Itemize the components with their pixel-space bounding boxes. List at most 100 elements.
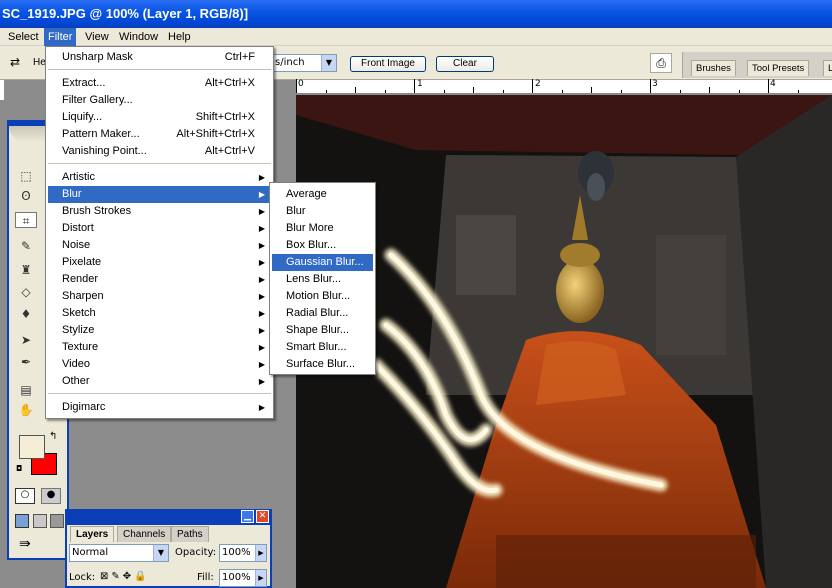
palette-icon[interactable]: ⎙ [650, 53, 672, 73]
submenu-arrow-icon: ▶ [258, 275, 265, 284]
submenu-arrow-icon: ▶ [258, 343, 265, 352]
chevron-down-icon: ▼ [153, 545, 168, 561]
menu-item-sharpen[interactable]: Sharpen ▶ [48, 288, 271, 305]
tab-layer-comps[interactable]: L [823, 60, 832, 76]
menu-item-surface-blur[interactable]: Surface Blur... [272, 356, 373, 373]
screen-mode-standard-icon[interactable] [15, 514, 29, 528]
submenu-arrow-icon: ▶ [258, 224, 265, 233]
default-colors-icon[interactable]: ◘ [16, 464, 22, 473]
menu-item-stylize[interactable]: Stylize ▶ [48, 322, 271, 339]
menu-item-distort[interactable]: Distort ▶ [48, 220, 271, 237]
palette-well: Brushes Tool Presets L [682, 52, 832, 78]
menu-separator [48, 163, 271, 164]
screen-mode-full-icon[interactable] [50, 514, 64, 528]
quick-mask-icon[interactable]: ● [41, 488, 61, 504]
menu-item-digimarc[interactable]: Digimarc ▶ [48, 399, 271, 416]
menu-item-unsharp-mask[interactable]: Unsharp Mask Ctrl+F [48, 49, 271, 66]
standard-mode-icon[interactable]: ○ [15, 488, 35, 504]
menu-item-average[interactable]: Average [272, 186, 373, 203]
tab-brushes[interactable]: Brushes [691, 60, 736, 76]
eraser-icon[interactable]: ◇ [15, 284, 37, 300]
menu-item-blur-more[interactable]: Blur More [272, 220, 373, 237]
menu-item-extract[interactable]: Extract... Alt+Ctrl+X [48, 75, 271, 92]
document-canvas[interactable] [296, 95, 832, 588]
blend-mode-value: Normal [72, 547, 109, 558]
blur-drop-icon[interactable]: ♦ [15, 306, 37, 322]
menu-item-video[interactable]: Video ▶ [48, 356, 271, 373]
menu-item-gaussian-blur[interactable]: Gaussian Blur... [272, 254, 373, 271]
menu-item-smart-blur[interactable]: Smart Blur... [272, 339, 373, 356]
menu-item-radial-blur[interactable]: Radial Blur... [272, 305, 373, 322]
fill-value: 100% [222, 572, 251, 583]
photo-image [296, 95, 832, 588]
menu-view[interactable]: View [81, 28, 113, 46]
menu-item-vanishing-point[interactable]: Vanishing Point... Alt+Ctrl+V [48, 143, 271, 160]
menu-item-blur-filter[interactable]: Blur [272, 203, 373, 220]
menu-filter[interactable]: Filter [44, 28, 77, 46]
menu-item-other[interactable]: Other ▶ [48, 373, 271, 390]
swap-icon[interactable]: ⇄ [10, 55, 20, 69]
submenu-arrow-icon: ▶ [258, 190, 265, 199]
tab-paths[interactable]: Paths [171, 526, 209, 542]
clone-stamp-icon[interactable]: ♜ [15, 262, 37, 278]
swap-colors-icon[interactable]: ↰ [49, 431, 57, 442]
menu-item-filter-gallery[interactable]: Filter Gallery... [48, 92, 271, 109]
menu-separator [48, 393, 271, 394]
jump-to-imageready-icon[interactable]: ⇛ [19, 536, 31, 552]
window-title-bar: SC_1919.JPG @ 100% (Layer 1, RGB/8)] [0, 0, 832, 28]
menu-item-lens-blur[interactable]: Lens Blur... [272, 271, 373, 288]
menu-item-shape-blur[interactable]: Shape Blur... [272, 322, 373, 339]
screen-mode-full-menu-icon[interactable] [33, 514, 47, 528]
hand-icon[interactable]: ✋ [15, 402, 37, 418]
horizontal-ruler: 0 1 2 3 4 [296, 79, 832, 94]
tab-layers[interactable]: Layers [70, 526, 115, 542]
fill-field[interactable]: 100% ▶ [219, 569, 267, 587]
crop-icon[interactable]: ⌗ [15, 212, 37, 228]
ruler-number: 4 [770, 79, 776, 89]
menu-window[interactable]: Window [115, 28, 162, 46]
blend-mode-select[interactable]: Normal ▼ [69, 544, 169, 562]
menu-item-blur[interactable]: Blur ▶ [48, 186, 271, 203]
menu-item-box-blur[interactable]: Box Blur... [272, 237, 373, 254]
window-title: SC_1919.JPG @ 100% (Layer 1, RGB/8)] [2, 6, 249, 21]
minimize-icon[interactable]: ▁ [241, 510, 254, 523]
chevron-down-icon: ▼ [321, 55, 336, 71]
menu-item-brush-strokes[interactable]: Brush Strokes ▶ [48, 203, 271, 220]
menu-bar: Select Filter View Window Help [0, 28, 832, 46]
menu-help[interactable]: Help [164, 28, 195, 46]
menu-item-sketch[interactable]: Sketch ▶ [48, 305, 271, 322]
lasso-icon[interactable]: ʘ [15, 188, 37, 204]
menu-select[interactable]: Select [4, 28, 43, 46]
menu-item-motion-blur[interactable]: Motion Blur... [272, 288, 373, 305]
submenu-arrow-icon: ▶ [258, 173, 265, 182]
menu-item-render[interactable]: Render ▶ [48, 271, 271, 288]
menu-item-texture[interactable]: Texture ▶ [48, 339, 271, 356]
layers-panel: ▁ ✕ Layers Channels Paths Normal ▼ Opaci… [65, 509, 272, 588]
fill-label: Fill: [197, 572, 214, 583]
tab-channels[interactable]: Channels [117, 526, 172, 542]
marquee-icon[interactable]: ⬚ [15, 168, 37, 184]
clear-button[interactable]: Clear [436, 56, 494, 72]
resolution-unit-select[interactable]: s/inch ▼ [272, 54, 337, 72]
front-image-button[interactable]: Front Image [350, 56, 426, 72]
opacity-field[interactable]: 100% ▶ [219, 544, 267, 562]
lock-label: Lock: [69, 572, 96, 583]
menu-item-noise[interactable]: Noise ▶ [48, 237, 271, 254]
chevron-right-icon: ▶ [255, 545, 266, 561]
healing-brush-icon[interactable]: ✎ [15, 238, 37, 254]
tab-tool-presets[interactable]: Tool Presets [747, 60, 810, 76]
notes-icon[interactable]: ▤ [15, 382, 37, 398]
ruler-number: 1 [417, 79, 423, 89]
path-selection-icon[interactable]: ➤ [15, 332, 37, 348]
menu-item-artistic[interactable]: Artistic ▶ [48, 169, 271, 186]
menu-item-liquify[interactable]: Liquify... Shift+Ctrl+X [48, 109, 271, 126]
foreground-color-swatch[interactable] [19, 435, 45, 459]
close-icon[interactable]: ✕ [256, 510, 269, 523]
menu-item-pixelate[interactable]: Pixelate ▶ [48, 254, 271, 271]
lock-icons[interactable]: ⊠✎✥🔒 [100, 571, 150, 582]
menu-separator [48, 69, 271, 70]
pen-icon[interactable]: ✒ [15, 354, 37, 370]
menu-item-pattern-maker[interactable]: Pattern Maker... Alt+Shift+Ctrl+X [48, 126, 271, 143]
vertical-ruler [0, 80, 4, 100]
ruler-number: 2 [535, 79, 541, 89]
